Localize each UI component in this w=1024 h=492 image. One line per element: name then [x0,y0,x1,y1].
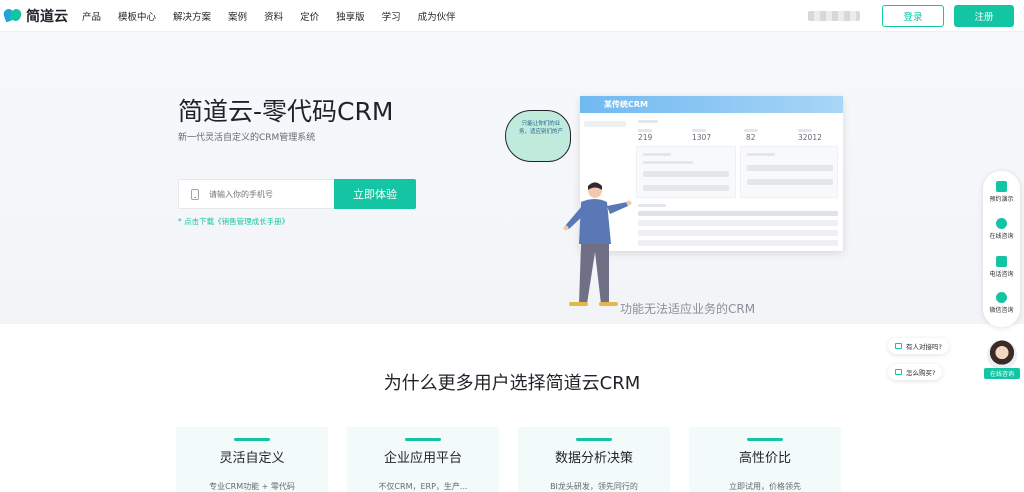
speech-bubble-text: 只能让你们的业务，适应别们的产 [519,121,564,135]
nav-item-templates[interactable]: 模板中心 [118,9,156,23]
feature-card[interactable]: 灵活自定义 专业CRM功能 + 零代码 [176,427,328,492]
phone-input-box[interactable] [178,179,334,209]
feature-card[interactable]: 高性价比 立即试用，价格领先 [689,427,841,492]
mock-line [747,179,833,185]
chat-icon [996,218,1007,229]
mock-line [747,153,775,156]
mock-line [798,129,812,132]
phone-consult-item[interactable]: 电话咨询 [983,256,1020,278]
nav-item-cases[interactable]: 案例 [228,9,247,23]
feature-card-desc: BI龙头研发，领先同行的 [550,482,638,491]
wechat-icon [996,292,1007,303]
why-section-title: 为什么更多用户选择简道云CRM [383,373,641,394]
mock-line [643,153,671,156]
presenter-illustration [563,182,632,306]
hero-caption: 功能无法适应业务的CRM [620,302,756,316]
mock-panel [740,146,838,198]
message-icon [895,343,902,349]
feature-card-title: 灵活自定义 [219,451,285,466]
nav-item-solutions[interactable]: 解决方案 [173,9,211,23]
feature-card[interactable]: 企业应用平台 不仅CRM，ERP，生产... [347,427,499,492]
support-agent-avatar[interactable] [987,340,1017,370]
mock-stat: 1307 [692,133,712,142]
hero-title: 简道云-零代码CRM [178,97,394,126]
right-float-toolbar: 预约演示 在线咨询 电话咨询 微信咨询 [983,171,1020,327]
nav-item-partner[interactable]: 成为伙伴 [418,9,456,23]
feature-card-title: 企业应用平台 [383,451,462,466]
feature-card-title: 数据分析决策 [554,451,633,466]
mock-sidebar [584,121,626,127]
card-accent-bar [234,438,270,441]
phone-call-icon [996,256,1007,267]
logo-icon [4,9,22,23]
try-now-button[interactable]: 立即体验 [334,179,416,209]
top-navbar: 简道云 产品 模板中心 解决方案 案例 资料 定价 独享版 学习 成为伙伴 登录… [0,0,1024,32]
online-consult-label: 在线咨询 [989,233,1014,240]
feature-card-desc: 立即试用，价格领先 [729,482,801,491]
phone-icon [191,188,199,200]
mock-table-header [638,211,838,216]
mock-line [638,120,658,123]
nav-item-learn[interactable]: 学习 [382,9,401,23]
mock-line [638,129,652,132]
feature-card[interactable]: 数据分析决策 BI龙头研发，领先同行的 [518,427,670,492]
mock-table-row [638,220,838,226]
logo-text: 简道云 [26,8,68,25]
nav-item-product[interactable]: 产品 [82,9,101,23]
book-demo-item[interactable]: 预约演示 [983,181,1020,203]
mock-table-row [638,240,838,246]
mock-stat: 219 [638,133,653,142]
nav-item-pricing[interactable]: 定价 [300,9,319,23]
register-button[interactable]: 注册 [954,5,1014,27]
chat-quick-question[interactable]: 有人对接吗? [888,338,949,354]
mock-table-row [638,230,838,236]
brand-logo[interactable]: 简道云 [4,6,68,26]
feature-card-desc: 不仅CRM，ERP，生产... [378,482,468,491]
mock-panel [636,146,736,198]
download-handbook-link[interactable]: * 点击下载《销售管理成长手册》 [178,216,289,227]
nav-item-resources[interactable]: 资料 [264,9,283,23]
calendar-edit-icon [996,181,1007,192]
mock-line [643,185,729,191]
mock-line [744,129,758,132]
login-button[interactable]: 登录 [882,5,944,27]
book-demo-label: 预约演示 [989,196,1014,203]
chat-quick-question-text: 有人对接吗? [906,343,942,351]
card-accent-bar [405,438,441,441]
mock-stat: 32012 [798,133,822,142]
mock-line [747,165,833,171]
main-nav: 产品 模板中心 解决方案 案例 资料 定价 独享版 学习 成为伙伴 [82,9,473,23]
mock-line [643,171,729,177]
mock-stat: 82 [746,133,756,142]
mock-crm-titlebar: 某传统CRM [580,96,843,113]
feature-card-title: 高性价比 [738,451,791,466]
mock-line [638,204,666,207]
phone-input[interactable] [209,189,319,199]
mock-line [643,161,693,164]
online-consult-item[interactable]: 在线咨询 [983,218,1020,240]
wechat-consult-label: 微信咨询 [989,307,1014,314]
mock-crm-title: 某传统CRM [604,100,648,109]
page: 简道云 产品 模板中心 解决方案 案例 资料 定价 独享版 学习 成为伙伴 登录… [0,0,1024,492]
hero-section: 简道云-零代码CRM 新一代灵活自定义的CRM管理系统 立即体验 * 点击下载《… [0,32,1024,324]
hero-subtitle: 新一代灵活自定义的CRM管理系统 [178,133,316,143]
blurred-user-info [808,11,860,21]
mock-line [692,129,706,132]
feature-card-desc: 专业CRM功能 + 零代码 [209,482,295,491]
speech-bubble: 只能让你们的业务，适应别们的产 [505,110,571,162]
card-accent-bar [576,438,612,441]
card-accent-bar [747,438,783,441]
wechat-consult-item[interactable]: 微信咨询 [983,292,1020,314]
phone-consult-label: 电话咨询 [989,271,1014,278]
nav-item-dedicated[interactable]: 独享版 [336,9,365,23]
